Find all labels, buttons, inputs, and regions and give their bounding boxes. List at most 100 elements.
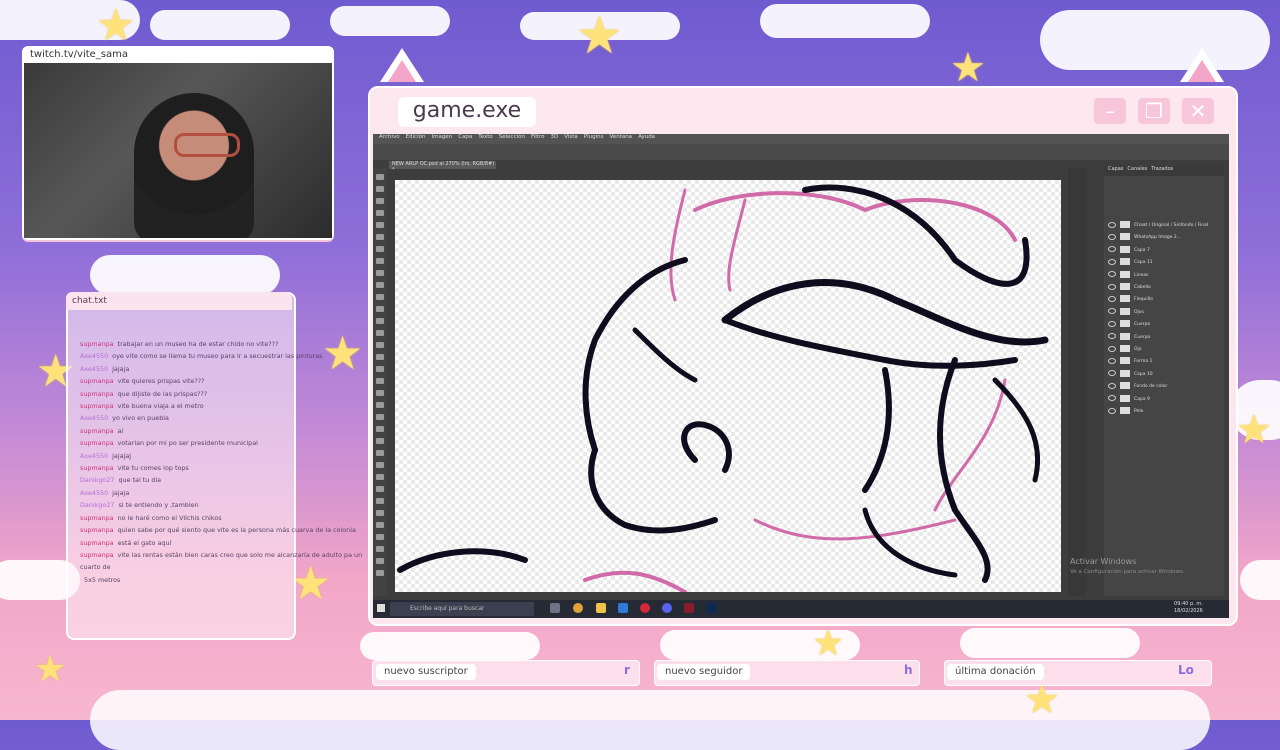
eye-icon[interactable] [1108,271,1116,278]
tool-icon[interactable] [376,366,384,372]
tool-icon[interactable] [376,354,384,360]
photoshop-icon[interactable] [706,603,716,613]
menu-item[interactable]: Plugins [584,134,604,140]
taskview-icon[interactable] [550,603,560,613]
tool-icon[interactable] [376,522,384,528]
tool-icon[interactable] [376,498,384,504]
tool-icon[interactable] [376,438,384,444]
layer-row[interactable]: Forma 1 [1106,356,1222,367]
layer-row[interactable]: Lineas [1106,270,1222,281]
tool-icon[interactable] [376,390,384,396]
eye-icon[interactable] [1108,320,1116,327]
tool-icon[interactable] [376,342,384,348]
tool-icon[interactable] [376,222,384,228]
layer-row[interactable]: Pelo [1106,406,1222,417]
explorer-icon[interactable] [596,603,606,613]
layer-row[interactable]: Chaat / Original / Sinfondo / Final [1106,220,1222,231]
taskbar-search[interactable]: Escribe aquí para buscar [390,602,534,616]
chat-username: supmanpa [80,426,114,435]
tool-icon[interactable] [376,318,384,324]
layer-row[interactable]: Fondo de color [1106,381,1222,392]
menu-item[interactable]: Texto [478,134,493,140]
eye-icon[interactable] [1108,395,1116,402]
store-icon[interactable] [618,603,628,613]
discord-icon[interactable] [662,603,672,613]
tool-icon[interactable] [376,234,384,240]
layer-row[interactable]: WhatsApp Image 2... [1106,232,1222,243]
close-button[interactable]: ✕ [1182,98,1214,124]
eye-icon[interactable] [1108,295,1116,302]
drawing-canvas[interactable] [395,180,1061,592]
tool-icon[interactable] [376,210,384,216]
layer-row[interactable]: Cuerpo [1106,319,1222,330]
tool-icon[interactable] [376,258,384,264]
eye-icon[interactable] [1108,370,1116,377]
tool-icon[interactable] [376,558,384,564]
tool-icon[interactable] [376,270,384,276]
panel-tab[interactable]: Trazados [1151,166,1173,172]
tool-icon[interactable] [376,450,384,456]
tool-icon[interactable] [376,186,384,192]
menu-item[interactable]: 3D [550,134,558,140]
tool-icon[interactable] [376,462,384,468]
tool-icon[interactable] [376,378,384,384]
chrome-icon[interactable] [573,603,583,613]
tool-icon[interactable] [376,294,384,300]
windows-start-icon[interactable] [377,604,385,612]
document-tab[interactable]: NEW ARLP OC.psd al 270% (Irs, RGB/8#) * [389,161,496,173]
tool-icon[interactable] [376,282,384,288]
eye-icon[interactable] [1108,221,1116,228]
tool-icon[interactable] [376,546,384,552]
eye-icon[interactable] [1108,345,1116,352]
maximize-button[interactable]: ❐ [1138,98,1170,124]
tool-icon[interactable] [376,534,384,540]
menu-item[interactable]: Imagen [431,134,452,140]
layer-row[interactable]: Capa 7 [1106,245,1222,256]
eye-icon[interactable] [1108,407,1116,414]
chat-username: supmanpa [80,513,114,522]
layer-row[interactable]: Capa 9 [1106,394,1222,405]
menu-item[interactable]: Vista [564,134,578,140]
panel-tab[interactable]: Canales [1127,166,1147,172]
menu-item[interactable]: Capa [458,134,472,140]
media-icon[interactable] [684,603,694,613]
layer-row[interactable]: Flequillo [1106,294,1222,305]
minimize-button[interactable]: – [1094,98,1126,124]
layer-row[interactable]: Capa 11 [1106,257,1222,268]
menu-item[interactable]: Ventana [609,134,632,140]
tool-icon[interactable] [376,402,384,408]
eye-icon[interactable] [1108,382,1116,389]
eye-icon[interactable] [1108,333,1116,340]
tool-icon[interactable] [376,486,384,492]
menu-item[interactable]: Archivo [379,134,400,140]
tool-icon[interactable] [376,174,384,180]
eye-icon[interactable] [1108,233,1116,240]
eye-icon[interactable] [1108,308,1116,315]
tool-icon[interactable] [376,426,384,432]
eye-icon[interactable] [1108,283,1116,290]
eye-icon[interactable] [1108,258,1116,265]
menu-item[interactable]: Filtro [531,134,544,140]
layer-row[interactable]: Cuerpo [1106,332,1222,343]
tool-icon[interactable] [376,198,384,204]
layer-row[interactable]: Ojos [1106,307,1222,318]
tool-icon[interactable] [376,246,384,252]
eye-icon[interactable] [1108,357,1116,364]
menu-item[interactable]: Edición [406,134,426,140]
layer-row[interactable]: Ojo [1106,344,1222,355]
tool-icon[interactable] [376,510,384,516]
chat-text: vite tu comes lop tops [117,464,189,473]
layer-thumbnail [1120,320,1130,328]
opera-icon[interactable] [640,603,650,613]
panel-tab[interactable]: Capas [1108,166,1123,172]
tool-icon[interactable] [376,414,384,420]
menu-item[interactable]: Ayuda [638,134,655,140]
tool-icon[interactable] [376,474,384,480]
tool-icon[interactable] [376,330,384,336]
layer-row[interactable]: Cabello [1106,282,1222,293]
eye-icon[interactable] [1108,246,1116,253]
tool-icon[interactable] [376,570,384,576]
menu-item[interactable]: Selección [499,134,525,140]
layer-row[interactable]: Capa 10 [1106,369,1222,380]
tool-icon[interactable] [376,306,384,312]
